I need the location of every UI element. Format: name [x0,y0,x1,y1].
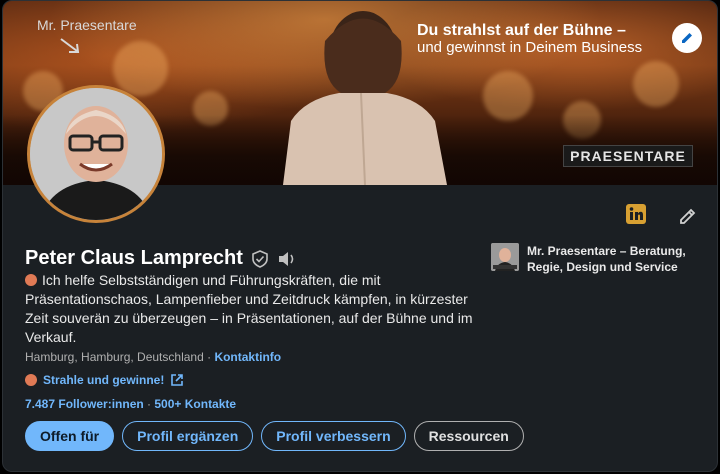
banner-subline: und gewinnst in Deinem Business [417,39,643,56]
avatar-photo [30,88,162,220]
action-buttons: Offen für Profil ergänzen Profil verbess… [25,421,524,451]
speaker-icon[interactable] [277,250,297,268]
add-section-button[interactable]: Profil ergänzen [122,421,254,451]
arrow-icon [60,38,80,53]
promo-dot [25,374,37,386]
linkedin-badge-button[interactable] [623,201,649,227]
headline-text: Ich helfe Selbstständigen und Führungskr… [25,272,473,345]
location-text: Hamburg, Hamburg, Deutschland [25,350,204,364]
verified-shield-icon[interactable] [251,249,269,268]
profile-card: Mr. Praesentare Du strahlst auf der Bühn… [2,0,718,472]
promo-row[interactable]: Strahle und gewinne! [25,373,184,387]
promo-link[interactable]: Strahle und gewinne! [43,373,164,387]
stats-row: 7.487 Follower:innen · 500+ Kontakte [25,397,236,411]
edit-pencil-icon [680,208,696,224]
connections-link[interactable]: 500+ Kontakte [154,397,236,411]
edit-banner-icon [682,33,692,43]
profile-name: Peter Claus Lamprecht [25,247,243,269]
company-logo [491,243,519,271]
followers-link[interactable]: 7.487 Follower:innen [25,397,144,411]
current-company[interactable]: Mr. Praesentare – Beratung, Regie, Desig… [491,243,701,275]
avatar[interactable] [27,85,165,223]
location-row: Hamburg, Hamburg, Deutschland · Kontakti… [25,350,281,364]
resources-button[interactable]: Ressourcen [413,421,524,451]
profile-headline: Ich helfe Selbstständigen und Führungskr… [25,271,475,347]
brand-logo: PRAESENTARE [563,145,693,167]
enhance-profile-button[interactable]: Profil verbessern [261,421,406,451]
external-link-icon [171,374,184,386]
name-row: Peter Claus Lamprecht [25,247,297,270]
banner-headline: Du strahlst auf der Bühne – [417,22,626,39]
edit-profile-button[interactable] [675,203,701,229]
location-separator: · [203,350,215,364]
stats-separator: · [143,397,155,411]
open-to-button[interactable]: Offen für [25,421,115,451]
contact-info-link[interactable]: Kontaktinfo [214,350,281,364]
linkedin-icon [626,204,646,224]
banner-brand-caption: Mr. Praesentare [37,17,137,33]
edit-banner-button[interactable] [672,23,702,53]
status-dot [25,274,37,286]
company-name: Mr. Praesentare – Beratung, Regie, Desig… [527,244,686,274]
